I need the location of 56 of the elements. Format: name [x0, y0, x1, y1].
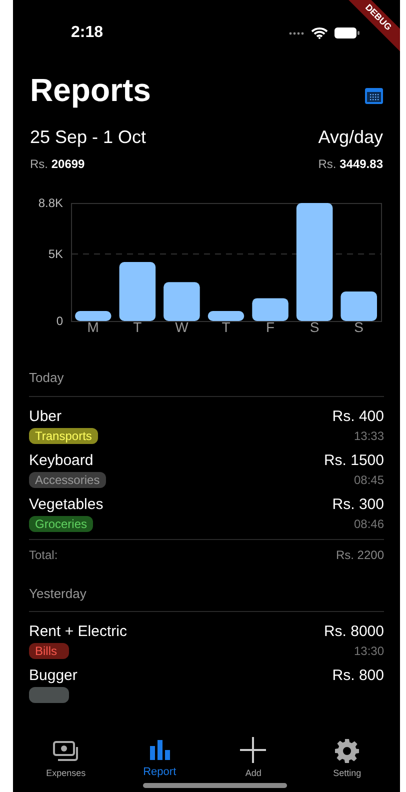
expense-name: Uber — [29, 406, 62, 426]
expense-name: Keyboard — [29, 450, 94, 470]
expense-time: 08:46 — [354, 516, 384, 532]
expense-amount: Rs. 1500 — [324, 450, 384, 470]
expense-amount: Rs. 800 — [332, 666, 384, 686]
settings-icon — [335, 738, 360, 762]
category-tag: Accessories — [29, 472, 106, 488]
expense-amount: Rs. 400 — [332, 406, 384, 426]
bar — [164, 282, 200, 321]
expense-time: 13:33 — [354, 428, 384, 444]
calendar-icon[interactable] — [365, 88, 383, 104]
axis-label: F — [264, 318, 276, 337]
section-total: Rs. 2200 — [336, 546, 384, 564]
axis-label: 0 — [56, 315, 63, 327]
avg-label: Avg/day — [318, 126, 383, 149]
axis-label: 8.8K — [38, 197, 63, 209]
status-time: 2:18 — [71, 23, 104, 43]
plus-icon — [240, 736, 266, 762]
category-tag: Transports — [29, 428, 98, 444]
axis-label: S — [308, 318, 320, 337]
page-title: Reports — [30, 74, 151, 106]
section-header: Today — [29, 368, 384, 396]
tab-button[interactable]: Report — [124, 732, 195, 780]
bar — [75, 311, 112, 321]
expense-amount: Rs. 8000 — [324, 622, 384, 642]
category-tag: Groceries — [29, 516, 94, 532]
cash-icon — [52, 740, 79, 762]
bar — [119, 262, 156, 321]
expense-name: Vegetables — [29, 494, 104, 514]
axis-label: T — [220, 318, 232, 337]
tab-button[interactable]: Add — [218, 732, 288, 780]
signal-dots-icon — [289, 32, 305, 34]
expense-time: 13:30 — [354, 643, 384, 660]
axis-label: W — [174, 318, 190, 337]
axis-label: T — [132, 318, 143, 337]
bar — [252, 298, 288, 321]
tab-button[interactable]: Expenses — [30, 732, 101, 780]
total-label: Total: — [29, 546, 58, 564]
axis-label: S — [353, 318, 364, 337]
axis-label: M — [86, 318, 100, 337]
expense-time: 08:45 — [354, 472, 384, 488]
total-amount: Rs. 20699 — [30, 156, 85, 173]
axis-label: 5K — [48, 248, 63, 260]
section-header: Yesterday — [29, 584, 384, 612]
bar — [340, 292, 377, 321]
category-tag: Bills — [29, 643, 69, 659]
avg-amount: Rs. 3449.83 — [318, 156, 383, 173]
bar — [208, 311, 244, 321]
tab-button[interactable]: Setting — [312, 732, 382, 780]
expense-name: Bugger — [29, 666, 78, 686]
expense-name: Rent + Electric — [29, 622, 127, 642]
date-range: 25 Sep - 1 Oct — [30, 126, 146, 149]
wifi-icon — [311, 27, 328, 39]
expense-amount: Rs. 300 — [332, 494, 384, 514]
bar-chart-icon — [148, 740, 171, 760]
battery-icon — [334, 27, 360, 39]
